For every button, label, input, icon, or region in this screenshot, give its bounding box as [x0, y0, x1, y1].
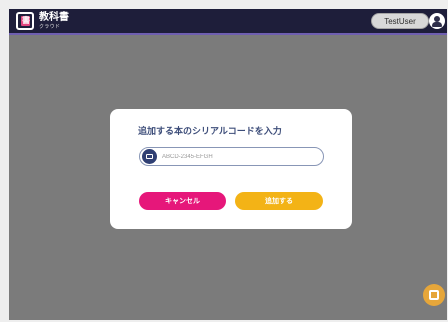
serial-code-dialog: 追加する本のシリアルコードを入力 キャンセル 追加する	[110, 109, 352, 229]
serial-code-field[interactable]	[139, 147, 324, 166]
app-subtitle: クラウド	[39, 24, 61, 30]
add-book-icon[interactable]	[423, 284, 445, 306]
serial-code-input[interactable]	[162, 149, 312, 164]
app-window: 書 教科書 クラウド TestUser 追加する本のシリアルコードを入力 キャン…	[9, 9, 447, 320]
book-icon	[142, 149, 157, 164]
cancel-button[interactable]: キャンセル	[139, 192, 226, 210]
top-bar: 書 教科書 クラウド TestUser	[9, 9, 447, 35]
dialog-title: 追加する本のシリアルコードを入力	[138, 127, 282, 137]
user-name-button[interactable]: TestUser	[371, 13, 429, 29]
textbook-logo-icon: 書	[16, 12, 34, 30]
add-button[interactable]: 追加する	[235, 192, 323, 210]
user-avatar-icon[interactable]	[429, 13, 445, 29]
app-title: 教科書	[39, 12, 69, 23]
